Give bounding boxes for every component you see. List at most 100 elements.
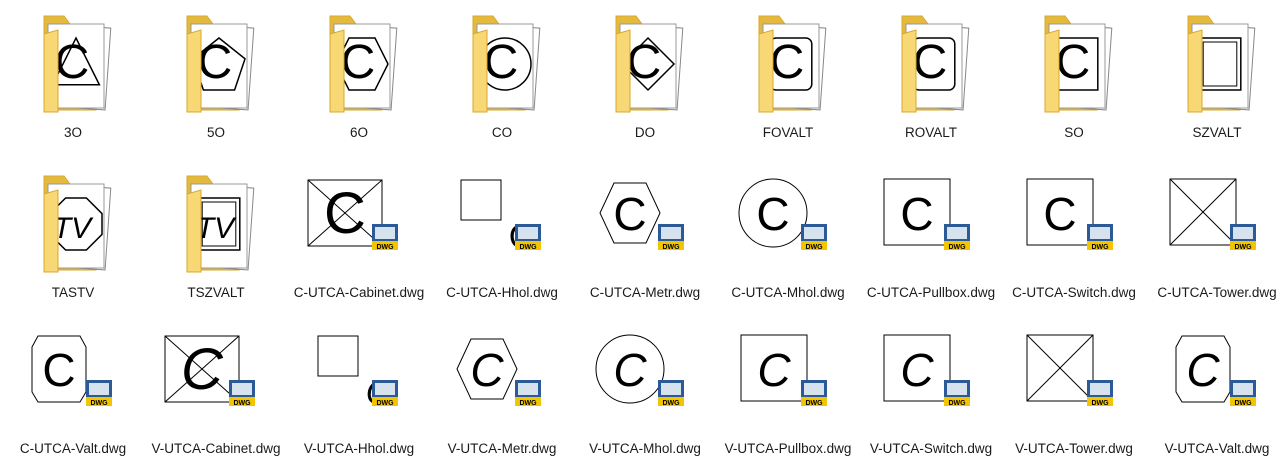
svg-text:DWG: DWG bbox=[376, 400, 394, 407]
dwg-file-icon: C DWG bbox=[860, 166, 1002, 278]
file-name: V-UTCA-Tower.dwg bbox=[1015, 441, 1133, 456]
folder-icon: C bbox=[860, 6, 1002, 118]
folder-item[interactable]: C DO bbox=[574, 6, 716, 142]
svg-text:C: C bbox=[1186, 344, 1220, 396]
folder-name: 6O bbox=[349, 125, 368, 140]
svg-text:DWG: DWG bbox=[1091, 244, 1109, 251]
dwg-file-icon: C DWG bbox=[431, 322, 573, 434]
file-name: V-UTCA-Mhol.dwg bbox=[589, 441, 701, 456]
svg-text:DWG: DWG bbox=[805, 400, 823, 407]
dwg-file-item[interactable]: C DWG V-UTCA-Switch.dwg bbox=[860, 322, 1002, 458]
dwg-file-icon: C DWG bbox=[717, 166, 859, 278]
file-name: C-UTCA-Metr.dwg bbox=[589, 285, 701, 300]
folder-item[interactable]: TV TSZVALT bbox=[145, 166, 287, 302]
svg-text:DWG: DWG bbox=[662, 244, 680, 251]
folder-name: TASTV bbox=[51, 285, 95, 300]
file-name: C-UTCA-Cabinet.dwg bbox=[293, 285, 425, 300]
folder-icon: C bbox=[574, 6, 716, 118]
svg-text:C: C bbox=[613, 188, 646, 240]
folder-item[interactable]: C 6O bbox=[288, 6, 430, 142]
dwg-file-item[interactable]: C DWG V-UTCA-Metr.dwg bbox=[431, 322, 573, 458]
dwg-file-item[interactable]: C DWG C-UTCA-Switch.dwg bbox=[1003, 166, 1145, 302]
folder-icon: C bbox=[145, 6, 287, 118]
folder-icon: C bbox=[1003, 6, 1145, 118]
folder-name: TSZVALT bbox=[187, 285, 245, 300]
dwg-file-item[interactable]: C DWG C-UTCA-Valt.dwg bbox=[2, 322, 144, 458]
file-name: C-UTCA-Pullbox.dwg bbox=[866, 285, 996, 300]
dwg-file-icon: C DWG bbox=[145, 322, 287, 434]
folder-item[interactable]: C FOVALT bbox=[717, 6, 859, 142]
dwg-file-item[interactable]: C DWG V-UTCA-Valt.dwg bbox=[1146, 322, 1285, 458]
dwg-file-icon: C DWG bbox=[1003, 166, 1145, 278]
svg-text:DWG: DWG bbox=[1091, 400, 1109, 407]
folder-item[interactable]: C 3O bbox=[2, 6, 144, 142]
folder-item[interactable]: TV TASTV bbox=[2, 166, 144, 302]
dwg-file-item[interactable]: C DWG V-UTCA-Hhol.dwg bbox=[288, 322, 430, 458]
svg-text:C: C bbox=[757, 344, 791, 396]
dwg-file-icon: DWG bbox=[1003, 322, 1145, 434]
svg-text:C: C bbox=[900, 344, 934, 396]
svg-text:C: C bbox=[198, 36, 233, 89]
file-name: V-UTCA-Metr.dwg bbox=[447, 441, 557, 456]
svg-text:C: C bbox=[324, 181, 366, 246]
folder-name: 5O bbox=[206, 125, 225, 140]
dwg-file-icon: C DWG bbox=[2, 322, 144, 434]
dwg-file-item[interactable]: C DWG C-UTCA-Hhol.dwg bbox=[431, 166, 573, 302]
svg-text:C: C bbox=[181, 337, 224, 402]
folder-name: DO bbox=[634, 125, 656, 140]
svg-text:DWG: DWG bbox=[376, 244, 394, 251]
folder-icon: C bbox=[431, 6, 573, 118]
dwg-file-icon: C DWG bbox=[288, 166, 430, 278]
folder-name: FOVALT bbox=[762, 125, 814, 140]
dwg-file-icon: C DWG bbox=[860, 322, 1002, 434]
dwg-file-item[interactable]: C DWG V-UTCA-Cabinet.dwg bbox=[145, 322, 287, 458]
svg-text:C: C bbox=[613, 344, 647, 396]
svg-text:C: C bbox=[900, 188, 933, 240]
folder-icon: C bbox=[717, 6, 859, 118]
svg-text:C: C bbox=[913, 36, 948, 89]
folder-name: SZVALT bbox=[1192, 125, 1242, 140]
svg-text:C: C bbox=[756, 188, 789, 240]
dwg-file-icon: C DWG bbox=[1146, 322, 1285, 434]
folder-icon: TV bbox=[145, 166, 287, 278]
file-name: V-UTCA-Hhol.dwg bbox=[303, 441, 415, 456]
dwg-file-item[interactable]: DWG C-UTCA-Tower.dwg bbox=[1146, 166, 1285, 302]
dwg-file-item[interactable]: C DWG C-UTCA-Mhol.dwg bbox=[717, 166, 859, 302]
file-name: V-UTCA-Switch.dwg bbox=[869, 441, 993, 456]
svg-text:DWG: DWG bbox=[90, 400, 108, 407]
file-name: C-UTCA-Valt.dwg bbox=[19, 441, 127, 456]
folder-item[interactable]: C ROVALT bbox=[860, 6, 1002, 142]
folder-item[interactable]: SZVALT bbox=[1146, 6, 1285, 142]
dwg-file-item[interactable]: C DWG C-UTCA-Metr.dwg bbox=[574, 166, 716, 302]
svg-text:DWG: DWG bbox=[805, 244, 823, 251]
folder-item[interactable]: C SO bbox=[1003, 6, 1145, 142]
folder-name: CO bbox=[491, 125, 513, 140]
dwg-file-item[interactable]: C DWG V-UTCA-Mhol.dwg bbox=[574, 322, 716, 458]
dwg-file-icon: C DWG bbox=[717, 322, 859, 434]
file-name: C-UTCA-Switch.dwg bbox=[1012, 285, 1136, 300]
svg-text:TV: TV bbox=[196, 212, 237, 245]
folder-item[interactable]: C CO bbox=[431, 6, 573, 142]
dwg-file-item[interactable]: C DWG C-UTCA-Cabinet.dwg bbox=[288, 166, 430, 302]
svg-text:DWG: DWG bbox=[1234, 400, 1252, 407]
svg-text:DWG: DWG bbox=[233, 400, 251, 407]
dwg-file-icon: C DWG bbox=[574, 322, 716, 434]
file-name: V-UTCA-Cabinet.dwg bbox=[151, 441, 281, 456]
file-name: C-UTCA-Mhol.dwg bbox=[731, 285, 845, 300]
svg-text:C: C bbox=[770, 36, 805, 89]
folder-name: SO bbox=[1064, 125, 1084, 140]
svg-text:C: C bbox=[627, 36, 662, 89]
folder-icon: TV bbox=[2, 166, 144, 278]
svg-text:DWG: DWG bbox=[948, 244, 966, 251]
file-name: V-UTCA-Valt.dwg bbox=[1164, 441, 1270, 456]
folder-item[interactable]: C 5O bbox=[145, 6, 287, 142]
svg-text:DWG: DWG bbox=[662, 400, 680, 407]
dwg-file-item[interactable]: C DWG V-UTCA-Pullbox.dwg bbox=[717, 322, 859, 458]
svg-text:C: C bbox=[1043, 188, 1076, 240]
folder-icon: C bbox=[2, 6, 144, 118]
dwg-file-item[interactable]: DWG V-UTCA-Tower.dwg bbox=[1003, 322, 1145, 458]
file-name: C-UTCA-Hhol.dwg bbox=[446, 285, 558, 300]
dwg-file-item[interactable]: C DWG C-UTCA-Pullbox.dwg bbox=[860, 166, 1002, 302]
folder-icon: C bbox=[288, 6, 430, 118]
file-name: V-UTCA-Pullbox.dwg bbox=[724, 441, 852, 456]
